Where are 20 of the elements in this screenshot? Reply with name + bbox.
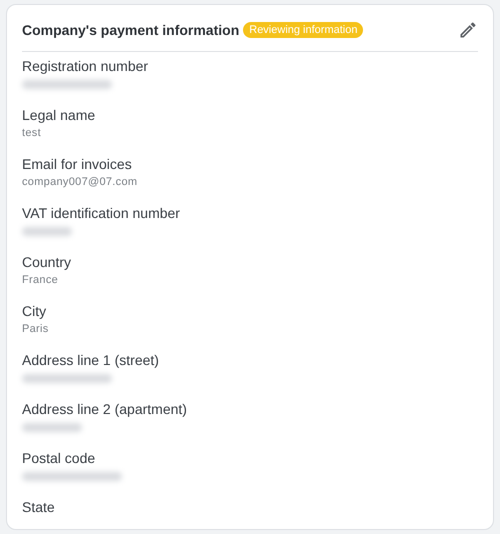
field-value: France: [22, 274, 58, 286]
field-value: Paris: [22, 323, 49, 335]
blurred-value: [22, 226, 72, 236]
field-value: test: [22, 127, 41, 139]
field-label: VAT identification number: [22, 204, 181, 223]
field-label: Legal name: [22, 106, 96, 125]
field-label: Address line 2 (apartment): [22, 400, 188, 419]
blurred-value: [22, 422, 82, 432]
status-badge: Reviewing information: [243, 22, 364, 38]
field-label: State: [22, 498, 56, 517]
pencil-icon: [458, 20, 478, 40]
field-label: Email for invoices: [22, 155, 133, 174]
field-label: City: [22, 302, 48, 321]
card-title: Company's payment information: [22, 22, 240, 38]
field-label: Registration number: [22, 57, 150, 76]
field-value: company007@07.com: [22, 176, 138, 188]
edit-button[interactable]: [458, 20, 478, 40]
field-label: Postal code: [22, 449, 96, 468]
field-label: Country: [22, 253, 72, 272]
field-label: Address line 1 (street): [22, 351, 160, 370]
